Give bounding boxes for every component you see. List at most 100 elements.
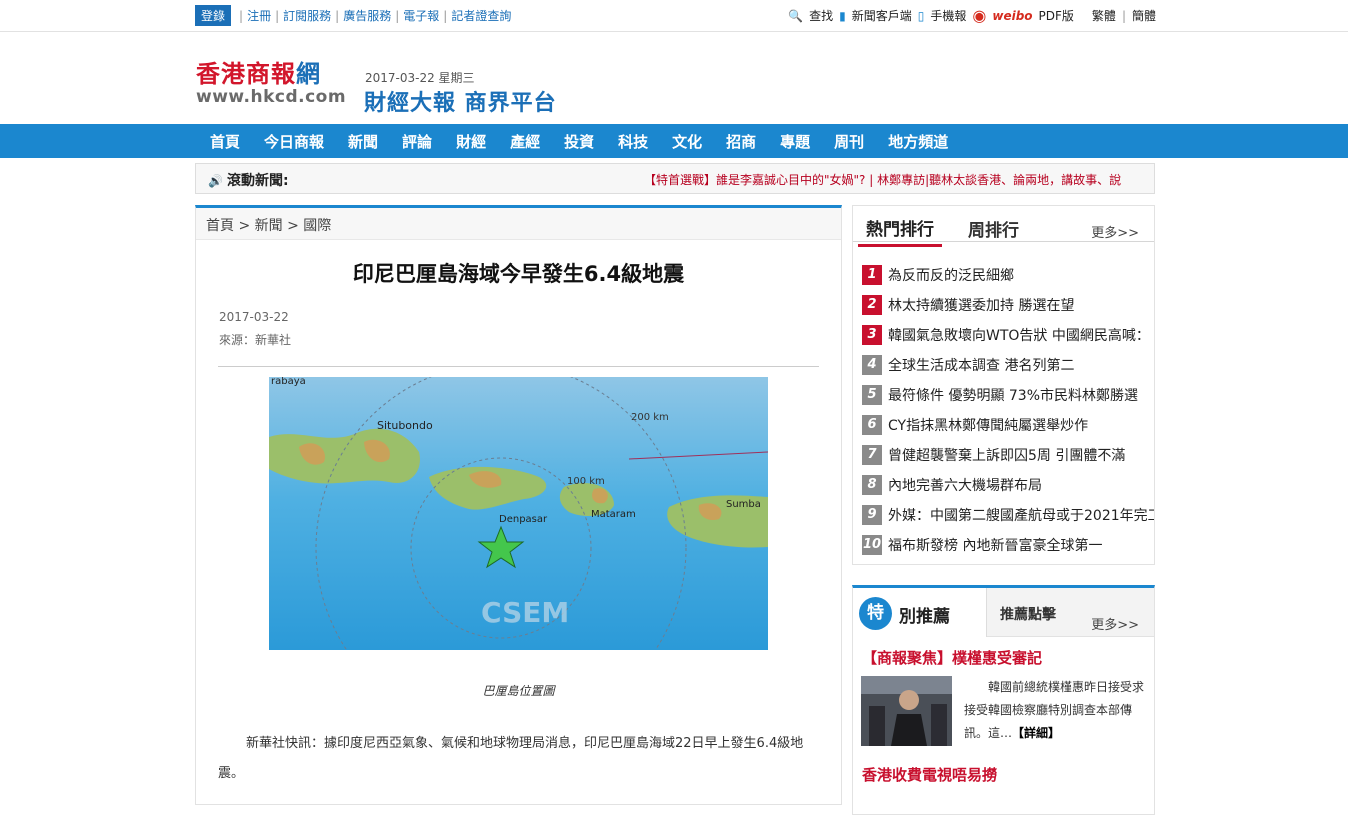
utility-links: 🔍 查找 ▮ 新聞客戶端 ▯ 手機報 ◉ weibo PDF版 繁體 | 簡體: [788, 6, 1156, 25]
label-mataram: Mataram: [591, 509, 636, 520]
list-item[interactable]: 10 福布斯發榜 內地新晉富豪全球第一: [853, 530, 1154, 560]
login-link[interactable]: 登錄: [195, 5, 232, 26]
list-item-title: 曾健超襲警棄上訴即囚5周 引團體不滿: [888, 448, 1126, 464]
divider: |: [239, 8, 244, 23]
breadcrumb: 首頁 > 新聞 > 國際: [196, 208, 841, 240]
traditional-link[interactable]: 繁體: [1092, 7, 1116, 24]
more-link[interactable]: 更多>>: [1091, 614, 1139, 633]
rank-number: 1: [862, 265, 882, 285]
ranking-tabs: 熱門排行 周排行 更多>>: [853, 206, 1154, 247]
breadcrumb-sep: >: [287, 218, 304, 234]
special-recommend-panel: 特 別推薦 推薦點擊 更多>> 【商報聚焦】樸槿惠受審記 韓國前總統樸槿惠昨日接…: [852, 585, 1155, 815]
news-thumbnail[interactable]: [861, 676, 952, 746]
recommend-tabs: 特 別推薦 推薦點擊 更多>>: [853, 588, 1154, 637]
list-item[interactable]: 8 內地完善六大機場群布局: [853, 470, 1154, 500]
main-nav: 首頁 今日商報 新聞 評論 財經 產經 投資 科技 文化 招商 專題 周刊 地方…: [0, 124, 1348, 158]
mobile-news-link[interactable]: 手機報: [930, 7, 966, 24]
nav-item-comment[interactable]: 評論: [390, 131, 444, 152]
list-item[interactable]: 9 外媒：中國第二艘國產航母或于2021年完工: [853, 500, 1154, 530]
tab-hot[interactable]: 熱門排行: [858, 215, 942, 247]
recommend-title-2[interactable]: 香港收費電視唔易撈: [853, 746, 1154, 785]
tab-special[interactable]: 特 別推薦: [853, 588, 987, 637]
list-item[interactable]: 7 曾健超襲警棄上訴即囚5周 引團體不滿: [853, 440, 1154, 470]
nav-item-industry[interactable]: 產經: [498, 131, 552, 152]
pdf-link[interactable]: PDF版: [1039, 7, 1074, 24]
rank-number: 6: [862, 415, 882, 435]
divider: |: [275, 8, 280, 23]
rank-number: 7: [862, 445, 882, 465]
article-body: 新華社快訊：據印度尼西亞氣象、氣候和地球物理局消息，印尼巴厘島海域22日早上發生…: [218, 736, 804, 781]
nav-item-home[interactable]: 首頁: [198, 131, 252, 152]
nav-item-weekly[interactable]: 周刊: [822, 131, 876, 152]
divider: [218, 366, 819, 367]
label-denpasar: Denpasar: [499, 514, 548, 525]
article-source: 來源：新華社: [219, 333, 292, 347]
nav-item-today[interactable]: 今日商報: [252, 131, 336, 152]
list-item[interactable]: 5 最符條件 優勢明顯 73%市民料林鄭勝選: [853, 380, 1154, 410]
news-client-link[interactable]: 新聞客戶端: [852, 7, 912, 24]
special-badge: 特: [859, 597, 892, 630]
list-item-title: 內地完善六大機場群布局: [888, 478, 1042, 494]
tab-recommend-clicks[interactable]: 推薦點擊: [1000, 604, 1056, 624]
nav-item-tech[interactable]: 科技: [606, 131, 660, 152]
article-panel: 首頁 > 新聞 > 國際 印尼巴厘島海域今早發生6.4級地震 2017-03-2…: [195, 205, 842, 805]
list-item[interactable]: 4 全球生活成本調查 港名列第二: [853, 350, 1154, 380]
site-logo[interactable]: 香港商報網 www.hkcd.com: [196, 54, 351, 107]
nav-item-business[interactable]: 招商: [714, 131, 768, 152]
nav-item-special[interactable]: 專題: [768, 131, 822, 152]
list-item-title: 韓國氣急敗壞向WTO告狀 中國網民高喊：: [888, 328, 1150, 344]
thumbnail-graphic: [861, 676, 952, 746]
breadcrumb-home[interactable]: 首頁: [206, 218, 234, 234]
breadcrumb-intl[interactable]: 國際: [303, 218, 331, 234]
label-surabaya: rabaya: [271, 377, 306, 387]
nav-item-culture[interactable]: 文化: [660, 131, 714, 152]
hot-list: 1 為反而反的泛民細鄉 2 林太持續獲選委加持 勝選在望 3 韓國氣急敗壞向WTO告狀…: [853, 242, 1154, 560]
list-item[interactable]: 3 韓國氣急敗壞向WTO告狀 中國網民高喊：: [853, 320, 1154, 350]
divider: |: [335, 8, 340, 23]
list-item-title: 林太持續獲選委加持 勝選在望: [888, 298, 1075, 314]
search-icon[interactable]: 🔍: [788, 9, 803, 23]
list-item[interactable]: 2 林太持續獲選委加持 勝選在望: [853, 290, 1154, 320]
search-link[interactable]: 查找: [809, 7, 833, 24]
weibo-link[interactable]: weibo: [992, 9, 1032, 23]
ticker-label: 滾動新聞:: [226, 173, 289, 189]
label-200km: 200 km: [631, 412, 669, 423]
ticker-text[interactable]: 【特首選戰】誰是李嘉誠心目中的"女媧"? | 林鄭專訪|聽林太談香港、論兩地，講…: [644, 171, 1152, 188]
press-card-link[interactable]: 記者證查詢: [451, 7, 511, 24]
hot-ranking-panel: 熱門排行 周排行 更多>> 1 為反而反的泛民細鄉 2 林太持續獲選委加持 勝選在望…: [852, 205, 1155, 565]
label-situbondo: Situbondo: [377, 419, 433, 432]
detail-link[interactable]: 【詳細】: [1012, 726, 1060, 740]
label-watermark: CSEM: [481, 596, 569, 629]
breadcrumb-news[interactable]: 新聞: [255, 218, 283, 234]
nav-item-invest[interactable]: 投資: [552, 131, 606, 152]
more-link[interactable]: 更多>>: [1091, 222, 1139, 241]
map-graphic: rabaya Situbondo 200 km 100 km Denpasar …: [269, 377, 768, 650]
site-header: 香港商報網 www.hkcd.com 2017-03-22 星期三 財經大報 商…: [0, 32, 1348, 124]
subscribe-link[interactable]: 訂閱服務: [283, 7, 331, 24]
nav-item-news[interactable]: 新聞: [336, 131, 390, 152]
logo-net: 網: [296, 59, 321, 88]
recommend-title[interactable]: 【商報聚焦】樸槿惠受審記: [853, 637, 1154, 668]
rank-number: 4: [862, 355, 882, 375]
rank-number: 10: [862, 535, 882, 555]
ads-link[interactable]: 廣告服務: [343, 7, 391, 24]
nav-item-local[interactable]: 地方頻道: [876, 131, 960, 152]
earthquake-map: rabaya Situbondo 200 km 100 km Denpasar …: [269, 377, 768, 650]
rank-number: 8: [862, 475, 882, 495]
news-ticker: 🔊 滾動新聞: 【特首選戰】誰是李嘉誠心目中的"女媧"? | 林鄭專訪|聽林太談香…: [195, 163, 1155, 194]
weibo-icon[interactable]: ◉: [972, 6, 986, 25]
divider: |: [443, 8, 448, 23]
rank-number: 9: [862, 505, 882, 525]
list-item[interactable]: 1 為反而反的泛民細鄉: [853, 260, 1154, 290]
simplified-link[interactable]: 簡體: [1132, 7, 1156, 24]
divider: |: [1121, 8, 1126, 23]
register-link[interactable]: 注冊: [247, 7, 271, 24]
tab-weekly[interactable]: 周排行: [968, 216, 1019, 241]
epaper-link[interactable]: 電子報: [403, 7, 439, 24]
list-item[interactable]: 6 CY指抹黑林鄭傳聞純屬選舉炒作: [853, 410, 1154, 440]
rank-number: 5: [862, 385, 882, 405]
nav-item-finance[interactable]: 財經: [444, 131, 498, 152]
list-item-title: CY指抹黑林鄭傳聞純屬選舉炒作: [888, 418, 1089, 434]
recommend-item: 韓國前總統樸槿惠昨日接受求接受韓國檢察廳特別調查本部傳訊。這…【詳細】: [853, 676, 1154, 746]
account-links: 登錄 | 注冊 | 訂閱服務 | 廣告服務 | 電子報 | 記者證查詢: [195, 5, 511, 26]
